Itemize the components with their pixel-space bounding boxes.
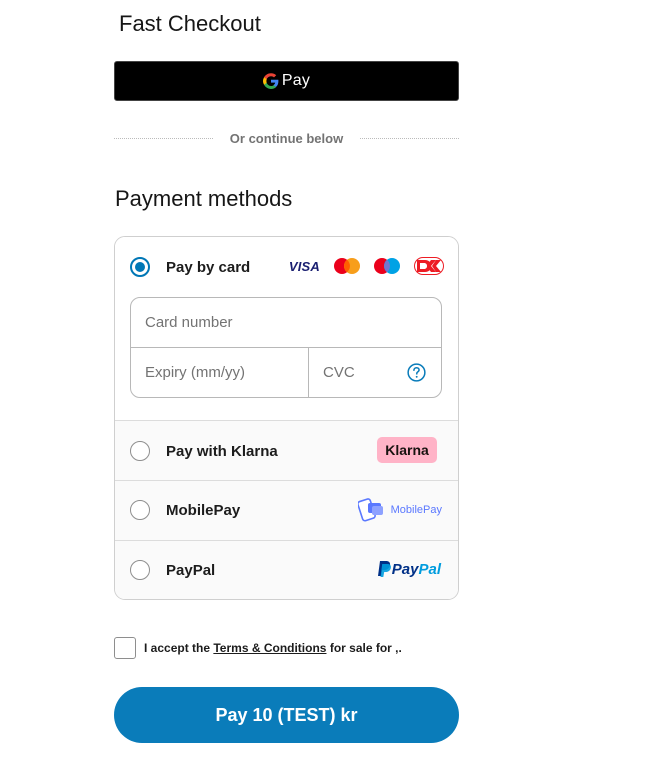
terms-checkbox[interactable] (114, 637, 136, 659)
terms-suffix: for sale for ,. (326, 641, 402, 655)
paypal-logo-text-pay: Pay (391, 560, 419, 578)
payment-methods-box: Pay by card VISA Card number Expiry (mm/… (114, 236, 459, 600)
divider-line (114, 137, 213, 139)
paypal-p-icon (377, 561, 391, 577)
card-brands: VISA (289, 257, 444, 275)
payment-methods-heading: Payment methods (115, 186, 293, 211)
paypal-logo: Pay Pal (377, 560, 441, 578)
mobilepay-option-label: MobilePay (166, 502, 241, 519)
mobilepay-radio[interactable] (130, 500, 150, 520)
divider-line (360, 137, 459, 139)
terms-prefix: I accept the (144, 641, 214, 655)
paypal-option-label: PayPal (166, 562, 216, 579)
google-pay-button[interactable]: Pay (114, 61, 459, 101)
terms-text: I accept the Terms & Conditions for sale… (144, 641, 402, 655)
pay-button[interactable]: Pay 10 (TEST) kr (114, 687, 459, 743)
payment-option-paypal[interactable]: PayPal Pay Pal (115, 540, 458, 599)
fast-checkout-title: Fast Checkout (119, 11, 261, 36)
mobilepay-logo-text: MobilePay (390, 504, 442, 516)
expiry-placeholder: Expiry (mm/yy) (145, 364, 245, 381)
payment-option-mobilepay[interactable]: MobilePay MobilePay (115, 480, 458, 540)
klarna-radio[interactable] (130, 441, 150, 461)
google-g-icon (262, 73, 279, 89)
cvc-field[interactable]: CVC (309, 348, 441, 397)
dankort-icon (414, 257, 444, 275)
card-number-placeholder: Card number (145, 314, 233, 331)
payment-option-klarna[interactable]: Pay with Klarna Klarna (115, 420, 458, 481)
visa-logo: VISA (288, 258, 320, 274)
card-option-label: Pay by card (166, 259, 251, 276)
expiry-field[interactable]: Expiry (mm/yy) (131, 348, 309, 397)
mobilepay-icon (357, 498, 383, 522)
divider: Or continue below (114, 128, 459, 148)
terms-link[interactable]: Terms & Conditions (213, 641, 326, 655)
mastercard-icon (334, 258, 360, 274)
help-icon[interactable] (407, 363, 426, 382)
paypal-logo-text-pal: Pal (418, 560, 441, 578)
google-pay-label: Pay (281, 72, 311, 89)
klarna-logo: Klarna (377, 437, 437, 463)
cvc-placeholder: CVC (323, 364, 355, 381)
terms-row: I accept the Terms & Conditions for sale… (114, 637, 402, 659)
card-number-field[interactable]: Card number (131, 298, 441, 348)
mobilepay-logo: MobilePay (357, 495, 442, 525)
card-fields: Card number Expiry (mm/yy) CVC (130, 297, 442, 398)
payment-option-card[interactable]: Pay by card VISA Card number Expiry (mm/… (115, 237, 458, 420)
paypal-radio[interactable] (130, 560, 150, 580)
klarna-option-label: Pay with Klarna (166, 443, 278, 460)
divider-text: Or continue below (229, 130, 344, 146)
maestro-icon (374, 258, 400, 274)
card-radio[interactable] (130, 257, 150, 277)
